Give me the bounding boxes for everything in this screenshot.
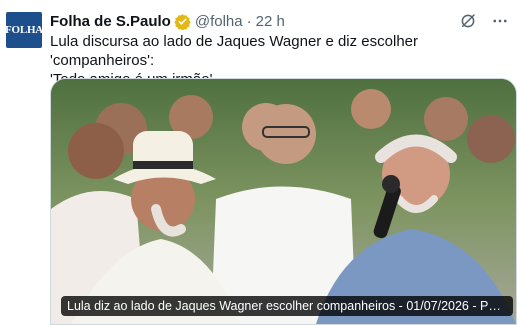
tweet-timestamp[interactable]: 22 h	[256, 13, 285, 30]
media-video[interactable]: Lula diz ao lado de Jaques Wagner escolh…	[50, 78, 517, 325]
account-handle[interactable]: @folha	[195, 13, 243, 30]
avatar[interactable]: FOLHA	[4, 12, 44, 48]
tweet-card[interactable]: FOLHA Folha de S.Paulo @folha · 22 h Lul…	[0, 0, 521, 325]
grok-icon[interactable]	[459, 12, 477, 30]
media-caption: Lula diz ao lado de Jaques Wagner escolh…	[61, 296, 513, 316]
video-frame-image	[51, 79, 516, 324]
tweet-header: Folha de S.Paulo @folha · 22 h	[50, 10, 509, 32]
avatar-logo-text: FOLHA	[4, 24, 44, 36]
more-options-icon[interactable]	[491, 12, 509, 30]
verified-badge-icon	[174, 13, 191, 30]
tweet-text-line-1: Lula discursa ao lado de Jaques Wagner e…	[50, 33, 418, 69]
header-actions	[459, 12, 509, 30]
separator-dot: ·	[246, 12, 252, 30]
account-name[interactable]: Folha de S.Paulo	[50, 13, 171, 30]
